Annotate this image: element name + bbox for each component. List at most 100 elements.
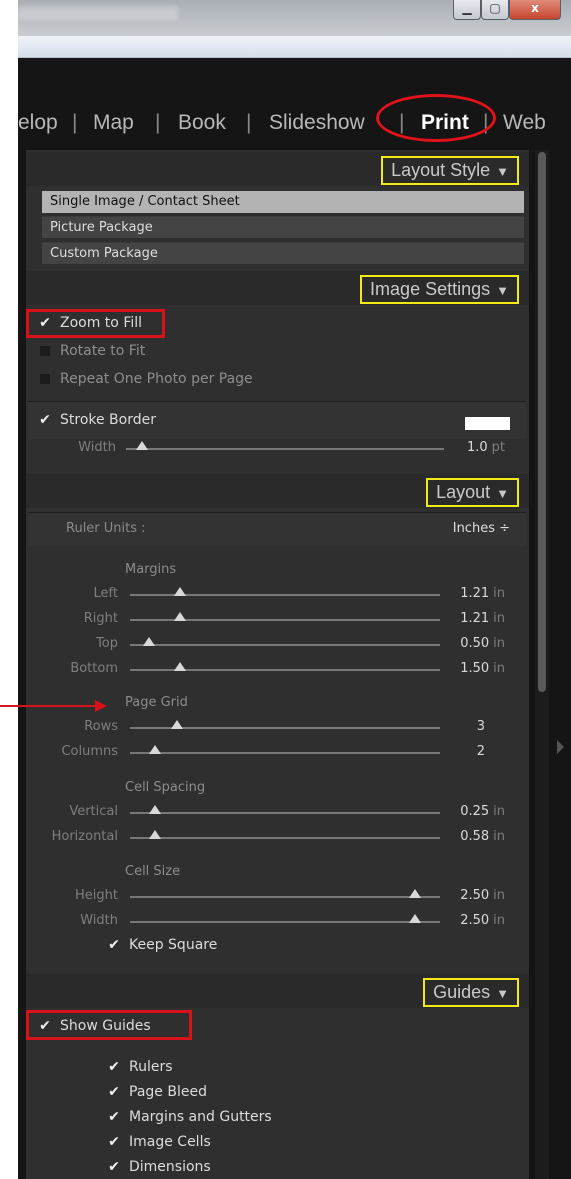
cell-size-width-value[interactable]: 2.50 in — [425, 913, 505, 928]
cell-size-height-thumb[interactable] — [409, 889, 422, 898]
layout-style-header[interactable]: Layout Style ▼ — [26, 152, 529, 186]
grid-columns-slider[interactable] — [130, 752, 440, 754]
maximize-icon: ▢ — [489, 1, 501, 15]
guide-label: Margins and Gutters — [129, 1109, 272, 1125]
collapse-panel-arrow-icon[interactable] — [557, 740, 564, 754]
margin-left-value[interactable]: 1.21 in — [425, 586, 505, 601]
stroke-width-thumb[interactable] — [136, 441, 148, 450]
margin-bottom-thumb[interactable] — [173, 662, 186, 671]
module-develop[interactable]: elop — [18, 111, 58, 135]
spacing-horizontal-label: Horizontal — [51, 829, 118, 844]
annotation-arrowhead-icon — [95, 700, 107, 712]
margin-left-thumb[interactable] — [173, 587, 186, 596]
cell-size-width-label: Width — [80, 913, 118, 928]
repeat-one-photo-checkbox[interactable]: Repeat One Photo per Page — [38, 370, 253, 388]
margin-top-value[interactable]: 0.50 in — [425, 636, 505, 651]
guide-label: Image Cells — [129, 1134, 211, 1150]
guides-header[interactable]: Guides ▼ — [26, 974, 529, 1008]
layout-style-picture-package[interactable]: Picture Package — [42, 216, 524, 238]
rotate-to-fit-checkbox[interactable]: Rotate to Fit — [38, 342, 145, 360]
ruler-units-select[interactable]: Inches ÷ — [430, 521, 510, 536]
ruler-units-label: Ruler Units : — [66, 521, 146, 536]
guide-rulers-checkbox[interactable]: ✔ Rulers — [107, 1058, 173, 1076]
module-separator: | — [246, 111, 252, 134]
margin-right-thumb[interactable] — [173, 612, 186, 621]
guide-page-bleed-checkbox[interactable]: ✔ Page Bleed — [107, 1083, 207, 1101]
stroke-width-label: Width — [78, 440, 116, 455]
minimize-icon: ▁ — [462, 1, 472, 15]
collapse-triangle-icon: ▼ — [496, 986, 509, 1001]
guide-label: Dimensions — [129, 1159, 211, 1175]
grid-columns-label: Columns — [61, 744, 118, 759]
cell-size-width-slider[interactable] — [130, 921, 440, 923]
maximize-button[interactable]: ▢ — [481, 0, 509, 20]
collapse-triangle-icon: ▼ — [496, 486, 509, 501]
module-separator: | — [155, 111, 161, 134]
layout-style-single-image[interactable]: Single Image / Contact Sheet — [42, 191, 524, 213]
module-web[interactable]: Web — [503, 111, 546, 135]
image-settings-title[interactable]: Image Settings ▼ — [360, 275, 519, 304]
module-map[interactable]: Map — [93, 111, 134, 135]
spacing-horizontal-slider[interactable] — [130, 837, 440, 839]
print-annotation-circle — [376, 94, 496, 142]
margin-top-slider[interactable] — [130, 644, 440, 646]
cell-size-width-thumb[interactable] — [409, 914, 422, 923]
spacing-vertical-slider[interactable] — [130, 812, 440, 814]
margin-bottom-value[interactable]: 1.50 in — [425, 661, 505, 676]
close-button[interactable]: x — [509, 0, 561, 20]
grid-columns-thumb[interactable] — [148, 745, 161, 754]
guide-margins-and-gutters-checkbox[interactable]: ✔ Margins and Gutters — [107, 1108, 272, 1126]
close-icon: x — [531, 1, 539, 15]
grid-rows-label: Rows — [84, 719, 118, 734]
panel-scrollbar-thumb[interactable] — [538, 152, 546, 692]
zoom-to-fill-annotation-box — [26, 309, 165, 338]
keep-square-checkbox[interactable]: ✔ Keep Square — [107, 936, 217, 954]
guides-title[interactable]: Guides ▼ — [423, 978, 519, 1007]
layout-title[interactable]: Layout ▼ — [426, 478, 519, 507]
spacing-horizontal-value[interactable]: 0.58 in — [425, 829, 505, 844]
cell-size-group-label: Cell Size — [125, 864, 181, 879]
checkmark-icon: ✔ — [108, 1134, 120, 1150]
layout-header[interactable]: Layout ▼ — [26, 474, 529, 508]
page-grid-annotation-arrow — [0, 705, 95, 707]
checkmark-icon: ✔ — [108, 1159, 120, 1175]
stroke-border-checkbox[interactable]: ✔ Stroke Border — [38, 411, 156, 429]
module-slideshow[interactable]: Slideshow — [269, 111, 365, 135]
cell-size-height-value[interactable]: 2.50 in — [425, 888, 505, 903]
grid-rows-thumb[interactable] — [170, 720, 183, 729]
menu-bar — [18, 36, 571, 58]
stroke-color-swatch[interactable] — [465, 417, 510, 430]
unchecked-box-icon — [40, 346, 50, 356]
guide-image-cells-checkbox[interactable]: ✔ Image Cells — [107, 1133, 211, 1151]
stroke-width-slider[interactable] — [126, 448, 444, 450]
spacing-horizontal-thumb[interactable] — [148, 830, 161, 839]
module-book[interactable]: Book — [178, 111, 226, 135]
grid-rows-value[interactable]: 3 — [425, 719, 485, 734]
unchecked-box-icon — [40, 374, 50, 384]
margin-top-thumb[interactable] — [142, 637, 155, 646]
layout-style-custom-package[interactable]: Custom Package — [42, 242, 524, 264]
cell-size-height-slider[interactable] — [130, 896, 440, 898]
cell-spacing-group-label: Cell Spacing — [125, 780, 206, 795]
collapse-triangle-icon: ▼ — [496, 164, 509, 179]
layout-style-title[interactable]: Layout Style ▼ — [381, 156, 519, 185]
checkmark-icon: ✔ — [108, 1059, 120, 1075]
checkmark-icon: ✔ — [108, 1084, 120, 1100]
guide-dimensions-checkbox[interactable]: ✔ Dimensions — [107, 1158, 211, 1176]
window-title-blurred — [18, 6, 178, 20]
margin-right-value[interactable]: 1.21 in — [425, 611, 505, 626]
minimize-button[interactable]: ▁ — [453, 0, 481, 20]
margin-left-label: Left — [93, 586, 118, 601]
image-settings-header[interactable]: Image Settings ▼ — [26, 271, 529, 305]
spacing-vertical-value[interactable]: 0.25 in — [425, 804, 505, 819]
spacing-vertical-thumb[interactable] — [148, 805, 161, 814]
window-titlebar: ▁ ▢ x — [18, 0, 571, 36]
grid-columns-value[interactable]: 2 — [425, 744, 485, 759]
checkmark-icon: ✔ — [39, 412, 51, 428]
module-separator: | — [72, 111, 78, 134]
margin-bottom-label: Bottom — [70, 661, 118, 676]
stroke-width-value[interactable]: 1.0 pt — [445, 440, 505, 455]
page-grid-group-label: Page Grid — [125, 695, 188, 710]
guide-label: Rulers — [129, 1059, 173, 1075]
show-guides-annotation-box — [26, 1010, 192, 1040]
